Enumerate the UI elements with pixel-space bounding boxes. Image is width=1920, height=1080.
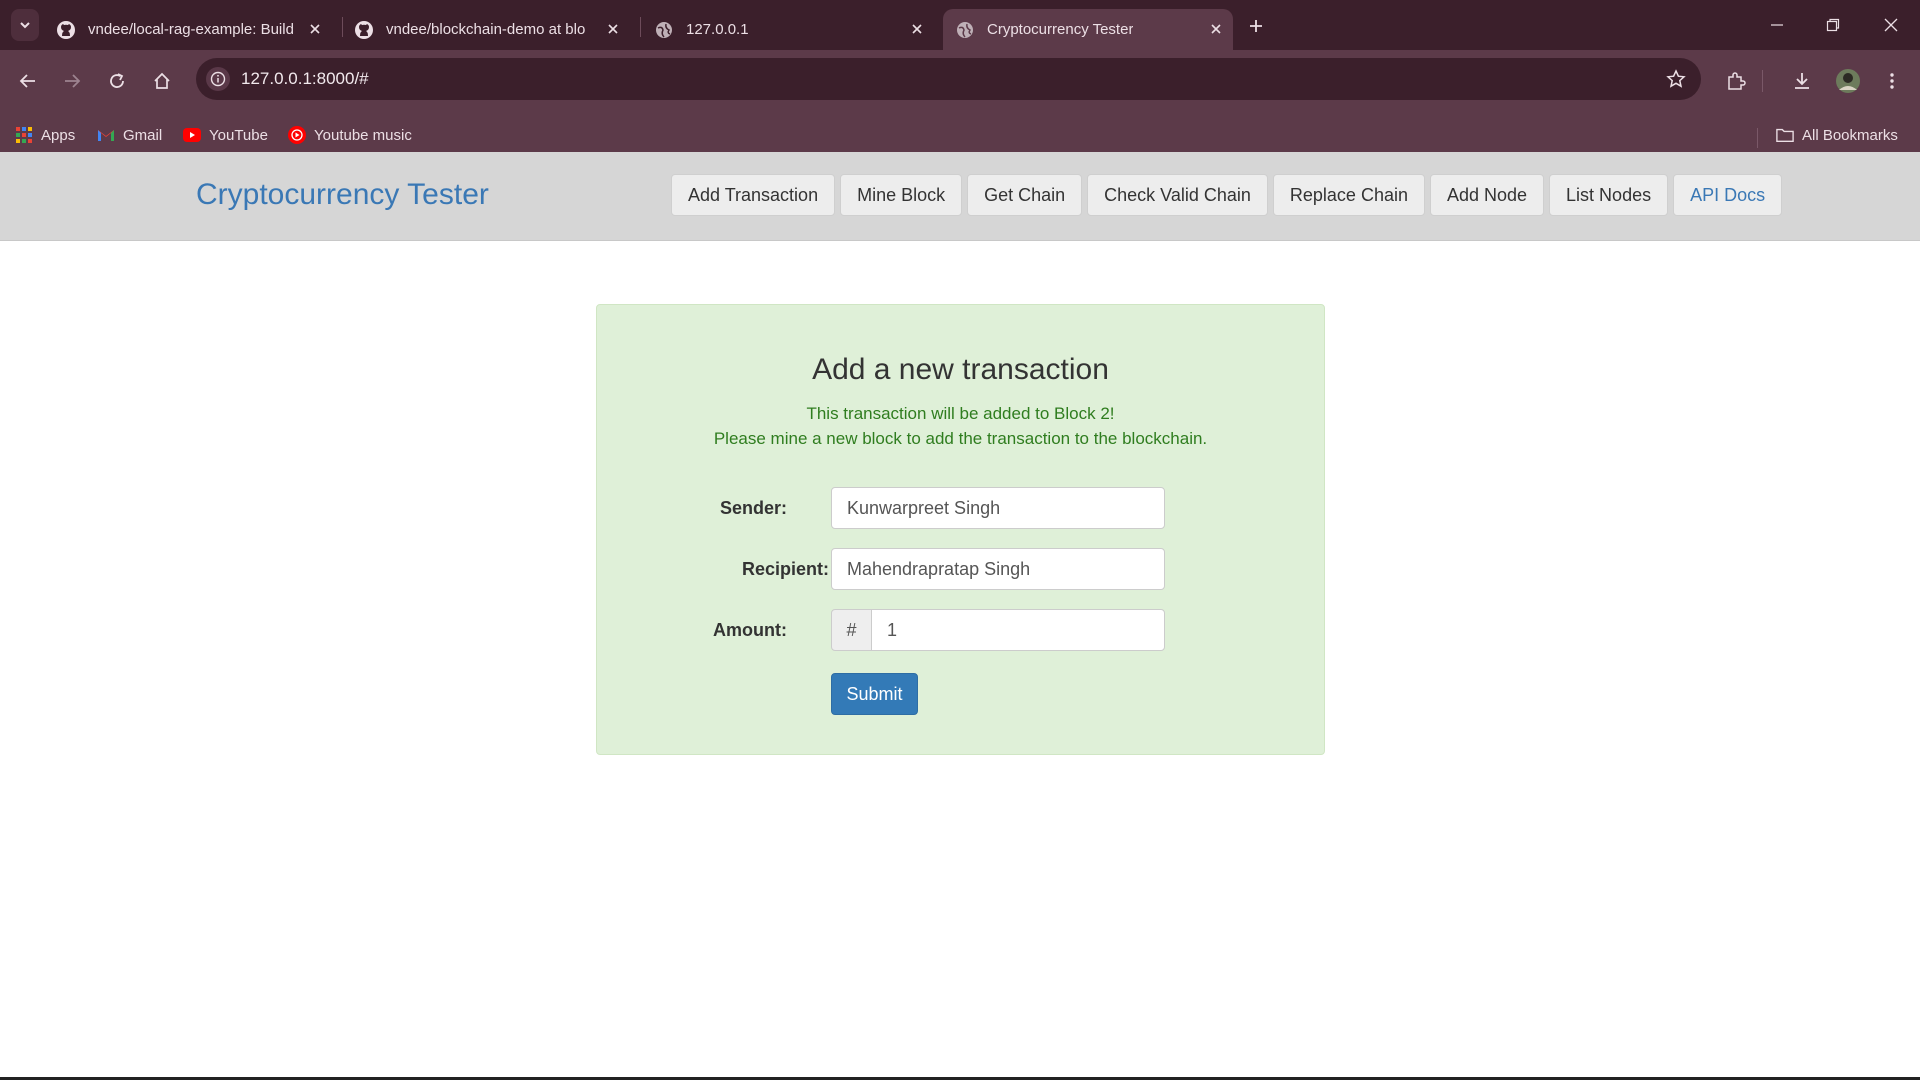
- more-vertical-icon: [1890, 73, 1894, 89]
- recipient-label: Recipient:: [742, 559, 830, 579]
- sender-label: Sender:: [719, 498, 787, 518]
- note-line-2: Please mine a new block to add the trans…: [713, 429, 1208, 448]
- reload-icon: [110, 73, 124, 88]
- add-transaction-panel: Add a new transaction This transaction w…: [596, 304, 1325, 755]
- site-info-icon[interactable]: [206, 67, 230, 91]
- amount-input[interactable]: [871, 609, 1165, 651]
- recipient-input[interactable]: [831, 548, 1165, 590]
- downloads-button[interactable]: [1786, 65, 1818, 97]
- amount-addon: #: [831, 609, 872, 651]
- puzzle-icon: [1728, 72, 1746, 90]
- nav-mine-block[interactable]: Mine Block: [840, 174, 963, 216]
- bookmark-label: Gmail: [123, 126, 163, 144]
- tab-title: Cryptocurrency Tester: [987, 21, 1134, 38]
- close-icon[interactable]: [1207, 20, 1225, 38]
- github-icon: [56, 20, 76, 40]
- star-icon[interactable]: [1665, 68, 1687, 90]
- back-button[interactable]: [12, 65, 44, 97]
- chevron-down-icon: [20, 22, 30, 29]
- amount-row: Amount: #: [597, 609, 1324, 651]
- bookmark-apps[interactable]: Apps: [15, 126, 75, 144]
- browser-tab-3[interactable]: 127.0.0.1: [654, 9, 934, 50]
- submit-button[interactable]: Submit: [831, 673, 918, 715]
- tab-search-button[interactable]: [11, 9, 39, 41]
- panel-title: Add a new transaction: [812, 353, 1109, 386]
- youtube-music-icon: [288, 126, 306, 144]
- restore-icon: [1826, 18, 1840, 32]
- url-text[interactable]: 127.0.0.1:8000/#: [241, 69, 369, 89]
- tab-separator: [342, 17, 343, 37]
- all-bookmarks-label: All Bookmarks: [1802, 126, 1898, 144]
- download-icon: [1795, 73, 1809, 89]
- browser-toolbar: 127.0.0.1:8000/# Apps Gmail YouTube Yout…: [0, 50, 1920, 158]
- nav-check-valid-chain[interactable]: Check Valid Chain: [1087, 174, 1268, 216]
- nav-add-transaction[interactable]: Add Transaction: [671, 174, 836, 216]
- reload-button[interactable]: [101, 65, 133, 97]
- nav-replace-chain[interactable]: Replace Chain: [1272, 174, 1425, 216]
- tab-title: vndee/local-rag-example: Build: [88, 21, 294, 38]
- forward-button[interactable]: [56, 65, 88, 97]
- sender-row: Sender:: [597, 487, 1324, 529]
- minimize-icon: [1771, 24, 1783, 26]
- extensions-button[interactable]: [1720, 65, 1752, 97]
- bookmark-gmail[interactable]: Gmail: [97, 126, 162, 144]
- globe-icon: [955, 20, 975, 40]
- browser-tab-2[interactable]: vndee/blockchain-demo at blo: [354, 9, 630, 50]
- home-button[interactable]: [146, 65, 178, 97]
- bookmark-label: Apps: [41, 126, 76, 144]
- nav-add-node[interactable]: Add Node: [1429, 174, 1545, 216]
- close-icon[interactable]: [604, 20, 622, 38]
- restore-button[interactable]: [1818, 10, 1848, 40]
- tab-title: vndee/blockchain-demo at blo: [386, 21, 586, 38]
- nav-list-nodes[interactable]: List Nodes: [1549, 174, 1669, 216]
- apps-grid-icon: [15, 126, 33, 144]
- youtube-icon: [183, 126, 201, 144]
- amount-label: Amount:: [713, 620, 787, 640]
- globe-icon: [654, 20, 674, 40]
- menu-button[interactable]: [1876, 65, 1908, 97]
- nav-get-chain[interactable]: Get Chain: [967, 174, 1083, 216]
- arrow-right-icon: [65, 74, 81, 88]
- plus-icon: [1250, 20, 1262, 32]
- bookmark-youtube[interactable]: YouTube: [183, 126, 268, 144]
- nav-api-docs[interactable]: API Docs: [1673, 174, 1783, 216]
- web-page: Cryptocurrency Tester Add Transaction Mi…: [0, 152, 1920, 1080]
- sender-input[interactable]: [831, 487, 1165, 529]
- bookmarks-separator: [1757, 128, 1758, 148]
- bookmark-youtube-music[interactable]: Youtube music: [288, 126, 412, 144]
- minimize-button[interactable]: [1762, 10, 1792, 40]
- bookmark-label: YouTube: [209, 126, 268, 144]
- close-icon: [1884, 18, 1898, 32]
- arrow-left-icon: [19, 74, 35, 88]
- home-icon: [154, 72, 170, 89]
- panel-note: This transaction will be added to Block …: [597, 401, 1324, 451]
- all-bookmarks-button[interactable]: All Bookmarks: [1776, 126, 1898, 144]
- address-bar[interactable]: 127.0.0.1:8000/#: [196, 58, 1701, 100]
- github-icon: [354, 20, 374, 40]
- close-icon[interactable]: [908, 20, 926, 38]
- tab-title: 127.0.0.1: [686, 21, 749, 38]
- gmail-icon: [97, 126, 115, 144]
- recipient-row: Recipient:: [597, 548, 1324, 590]
- close-icon[interactable]: [306, 20, 324, 38]
- note-line-1: This transaction will be added to Block …: [806, 404, 1115, 423]
- browser-tabstrip: vndee/local-rag-example: Build vndee/blo…: [0, 0, 1920, 50]
- close-window-button[interactable]: [1876, 10, 1906, 40]
- app-brand-link[interactable]: Cryptocurrency Tester: [196, 178, 489, 212]
- tab-separator: [640, 17, 641, 37]
- browser-tab-1[interactable]: vndee/local-rag-example: Build: [56, 9, 332, 50]
- app-navbar: Cryptocurrency Tester Add Transaction Mi…: [0, 152, 1920, 241]
- nav-menu: Add Transaction Mine Block Get Chain Che…: [671, 174, 1783, 216]
- folder-icon: [1776, 126, 1794, 144]
- new-tab-button[interactable]: [1243, 13, 1269, 39]
- profile-button[interactable]: [1832, 65, 1864, 97]
- avatar: [1836, 69, 1860, 93]
- browser-tab-4-active[interactable]: Cryptocurrency Tester: [943, 9, 1233, 50]
- toolbar-separator: [1762, 70, 1763, 92]
- bookmark-label: Youtube music: [314, 126, 412, 144]
